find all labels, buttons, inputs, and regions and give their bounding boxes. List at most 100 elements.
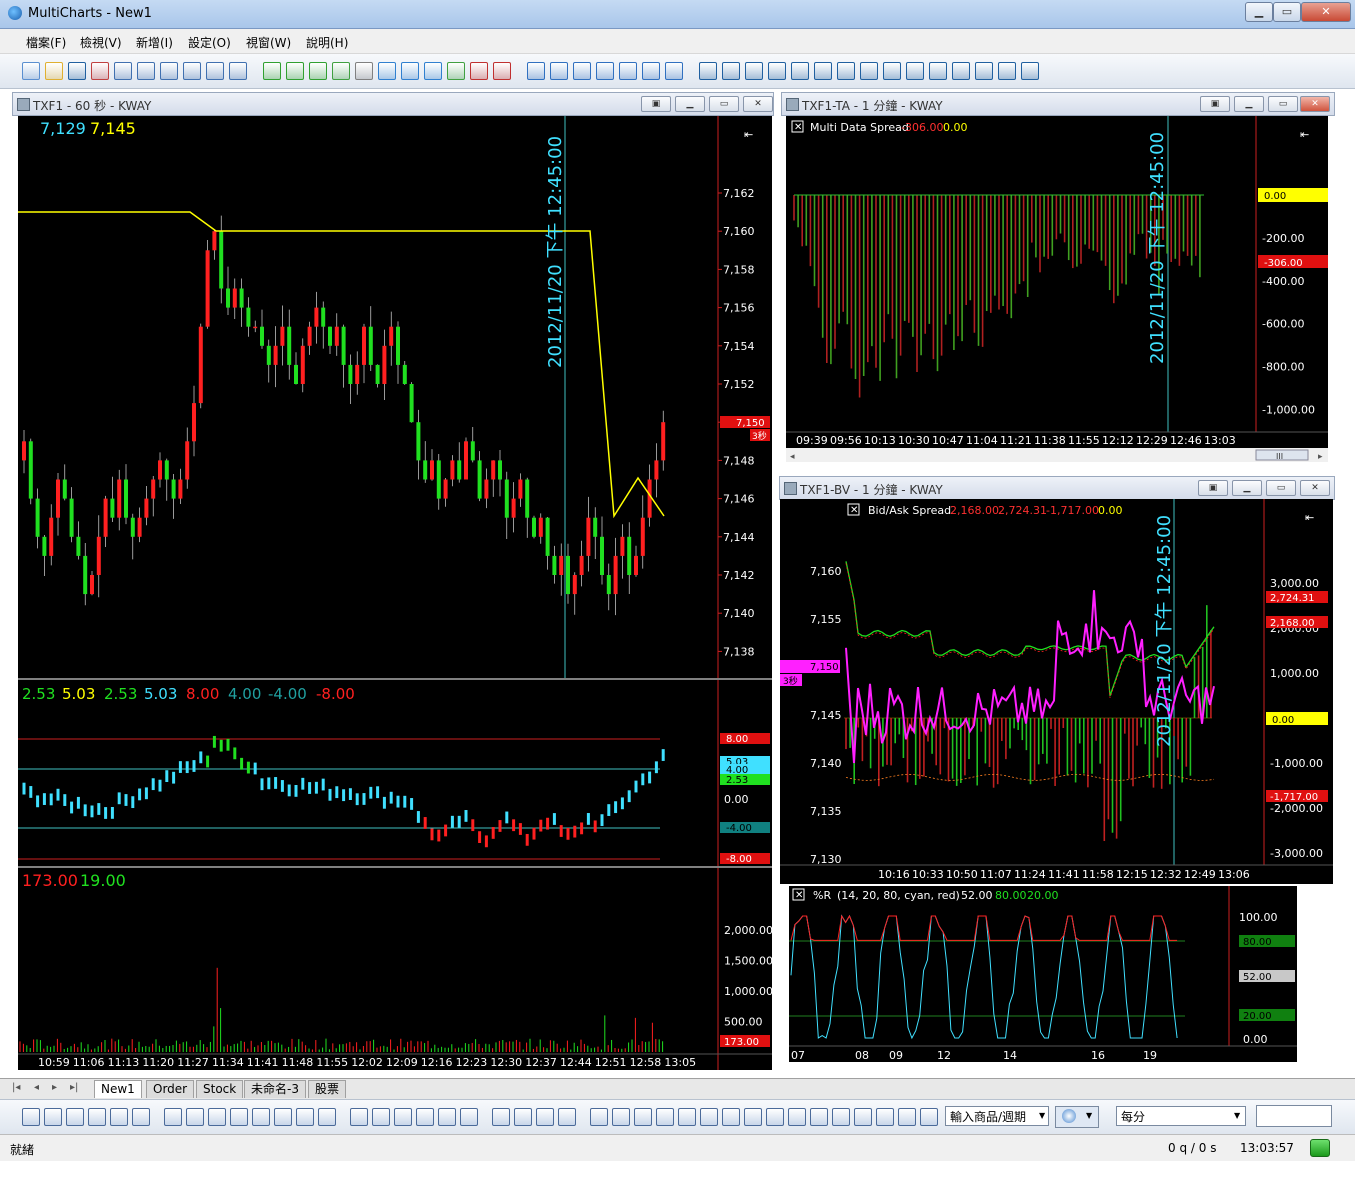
drawing-tool-icon[interactable] xyxy=(22,1108,40,1126)
drawing-tool-icon[interactable] xyxy=(920,1108,938,1126)
scroll-right-icon[interactable]: ▸ xyxy=(1318,452,1323,462)
chart-window-4[interactable]: ✕ %R (14, 20, 80, cyan, red) 52.00 80.00… xyxy=(789,886,1297,1062)
panel-close-button[interactable]: ✕ xyxy=(743,96,773,112)
drawing-tool-icon[interactable] xyxy=(788,1108,806,1126)
toolbar-tool-icon[interactable] xyxy=(975,62,993,80)
drawing-tool-icon[interactable] xyxy=(372,1108,390,1126)
drawing-tool-icon[interactable] xyxy=(394,1108,412,1126)
drawing-tool-icon[interactable] xyxy=(88,1108,106,1126)
last-tab-icon[interactable]: ▸| xyxy=(70,1082,78,1093)
toolbar-tool-icon[interactable] xyxy=(665,62,683,80)
minimize-button[interactable]: ▁ xyxy=(1245,2,1273,22)
drawing-tool-icon[interactable] xyxy=(612,1108,630,1126)
scale-toggle-icon[interactable]: ⇤ xyxy=(1305,511,1314,524)
toolbar-tool-icon[interactable] xyxy=(332,62,350,80)
toolbar-tool-icon[interactable] xyxy=(642,62,660,80)
drawing-tool-icon[interactable] xyxy=(44,1108,62,1126)
drawing-tool-icon[interactable] xyxy=(656,1108,674,1126)
toolbar-tool-icon[interactable] xyxy=(206,62,224,80)
drawing-tool-icon[interactable] xyxy=(766,1108,784,1126)
toolbar-tool-icon[interactable] xyxy=(45,62,63,80)
drawing-tool-icon[interactable] xyxy=(678,1108,696,1126)
indicator-close-icon[interactable]: ✕ xyxy=(795,890,803,901)
clock-button[interactable]: ▼ xyxy=(1055,1106,1099,1128)
toolbar-tool-icon[interactable] xyxy=(401,62,419,80)
tab-untitled-3[interactable]: 未命名-3 xyxy=(244,1080,306,1098)
toolbar-tool-icon[interactable] xyxy=(619,62,637,80)
toolbar-tool-icon[interactable] xyxy=(883,62,901,80)
tab-new1[interactable]: New1 xyxy=(94,1080,142,1098)
menu-file[interactable]: 檔案(F) xyxy=(26,34,66,51)
drawing-tool-icon[interactable] xyxy=(66,1108,84,1126)
drawing-tool-icon[interactable] xyxy=(898,1108,916,1126)
toolbar-tool-icon[interactable] xyxy=(137,62,155,80)
tab-stock[interactable]: Stock xyxy=(196,1080,244,1098)
command-input[interactable] xyxy=(1256,1105,1332,1127)
menu-view[interactable]: 檢視(V) xyxy=(80,34,122,51)
scale-toggle-icon[interactable]: ⇤ xyxy=(1300,128,1309,141)
chart-window-1[interactable]: 7,129 7,145 2012/11/20 下午 12:45:00 ⇤ 7,1… xyxy=(18,116,772,1070)
drawing-tool-icon[interactable] xyxy=(230,1108,248,1126)
drawing-tool-icon[interactable] xyxy=(252,1108,270,1126)
toolbar-tool-icon[interactable] xyxy=(929,62,947,80)
panel-minimize-button[interactable]: ▁ xyxy=(1234,96,1264,112)
scroll-left-icon[interactable]: ◂ xyxy=(790,452,795,462)
drawing-tool-icon[interactable] xyxy=(558,1108,576,1126)
drawing-tool-icon[interactable] xyxy=(492,1108,510,1126)
drawing-tool-icon[interactable] xyxy=(460,1108,478,1126)
maximize-button[interactable]: ▭ xyxy=(1273,2,1301,22)
toolbar-tool-icon[interactable] xyxy=(550,62,568,80)
toolbar-tool-icon[interactable] xyxy=(286,62,304,80)
toolbar-tool-icon[interactable] xyxy=(722,62,740,80)
panel-maximize-button[interactable]: ▭ xyxy=(1266,480,1296,496)
symbol-interval-select[interactable]: 輸入商品/週期 xyxy=(945,1106,1049,1126)
toolbar-tool-icon[interactable] xyxy=(493,62,511,80)
toolbar-tool-icon[interactable] xyxy=(183,62,201,80)
toolbar-tool-icon[interactable] xyxy=(22,62,40,80)
drawing-tool-icon[interactable] xyxy=(132,1108,150,1126)
panel-minimize-button[interactable]: ▁ xyxy=(675,96,705,112)
toolbar-tool-icon[interactable] xyxy=(447,62,465,80)
toolbar-tool-icon[interactable] xyxy=(768,62,786,80)
chart-window-2-titlebar[interactable]: TXF1-TA - 1 分鐘 - KWAY ▣ ▁ ▭ ✕ xyxy=(781,92,1335,116)
menu-insert[interactable]: 新增(I) xyxy=(136,34,173,51)
interval-select[interactable]: 每分 xyxy=(1116,1106,1246,1126)
drawing-tool-icon[interactable] xyxy=(744,1108,762,1126)
indicator-close-icon[interactable]: ✕ xyxy=(850,505,858,516)
toolbar-tool-icon[interactable] xyxy=(160,62,178,80)
indicator-close-icon[interactable]: ✕ xyxy=(794,122,802,133)
drawing-tool-icon[interactable] xyxy=(854,1108,872,1126)
toolbar-tool-icon[interactable] xyxy=(68,62,86,80)
chart-window-3-titlebar[interactable]: TXF1-BV - 1 分鐘 - KWAY ▣ ▁ ▭ ✕ xyxy=(779,476,1335,500)
toolbar-tool-icon[interactable] xyxy=(114,62,132,80)
restore-layout-icon[interactable]: ▣ xyxy=(641,96,671,112)
drawing-tool-icon[interactable] xyxy=(536,1108,554,1126)
tab-order[interactable]: Order xyxy=(146,1080,195,1098)
toolbar-tool-icon[interactable] xyxy=(355,62,373,80)
drawing-tool-icon[interactable] xyxy=(514,1108,532,1126)
drawing-tool-icon[interactable] xyxy=(590,1108,608,1126)
drawing-tool-icon[interactable] xyxy=(296,1108,314,1126)
toolbar-tool-icon[interactable] xyxy=(596,62,614,80)
drawing-tool-icon[interactable] xyxy=(810,1108,828,1126)
tab-stocks[interactable]: 股票 xyxy=(308,1080,347,1098)
chart-window-2[interactable]: ✕ Multi Data Spread -306.00 0.00 2012/11… xyxy=(786,116,1328,462)
chart-window-3[interactable]: ✕ Bid/Ask Spread 2,168.00 2,724.31 -1,71… xyxy=(780,499,1333,884)
toolbar-tool-icon[interactable] xyxy=(791,62,809,80)
toolbar-tool-icon[interactable] xyxy=(263,62,281,80)
toolbar-tool-icon[interactable] xyxy=(906,62,924,80)
drawing-tool-icon[interactable] xyxy=(700,1108,718,1126)
first-tab-icon[interactable]: |◂ xyxy=(12,1082,20,1093)
drawing-tool-icon[interactable] xyxy=(186,1108,204,1126)
menu-help[interactable]: 說明(H) xyxy=(306,34,348,51)
drawing-tool-icon[interactable] xyxy=(164,1108,182,1126)
toolbar-tool-icon[interactable] xyxy=(527,62,545,80)
drawing-tool-icon[interactable] xyxy=(416,1108,434,1126)
restore-layout-icon[interactable]: ▣ xyxy=(1200,96,1230,112)
toolbar-tool-icon[interactable] xyxy=(837,62,855,80)
prev-tab-icon[interactable]: ◂ xyxy=(34,1082,39,1093)
menu-settings[interactable]: 設定(O) xyxy=(188,34,231,51)
toolbar-tool-icon[interactable] xyxy=(699,62,717,80)
toolbar-tool-icon[interactable] xyxy=(378,62,396,80)
panel-maximize-button[interactable]: ▭ xyxy=(1268,96,1298,112)
